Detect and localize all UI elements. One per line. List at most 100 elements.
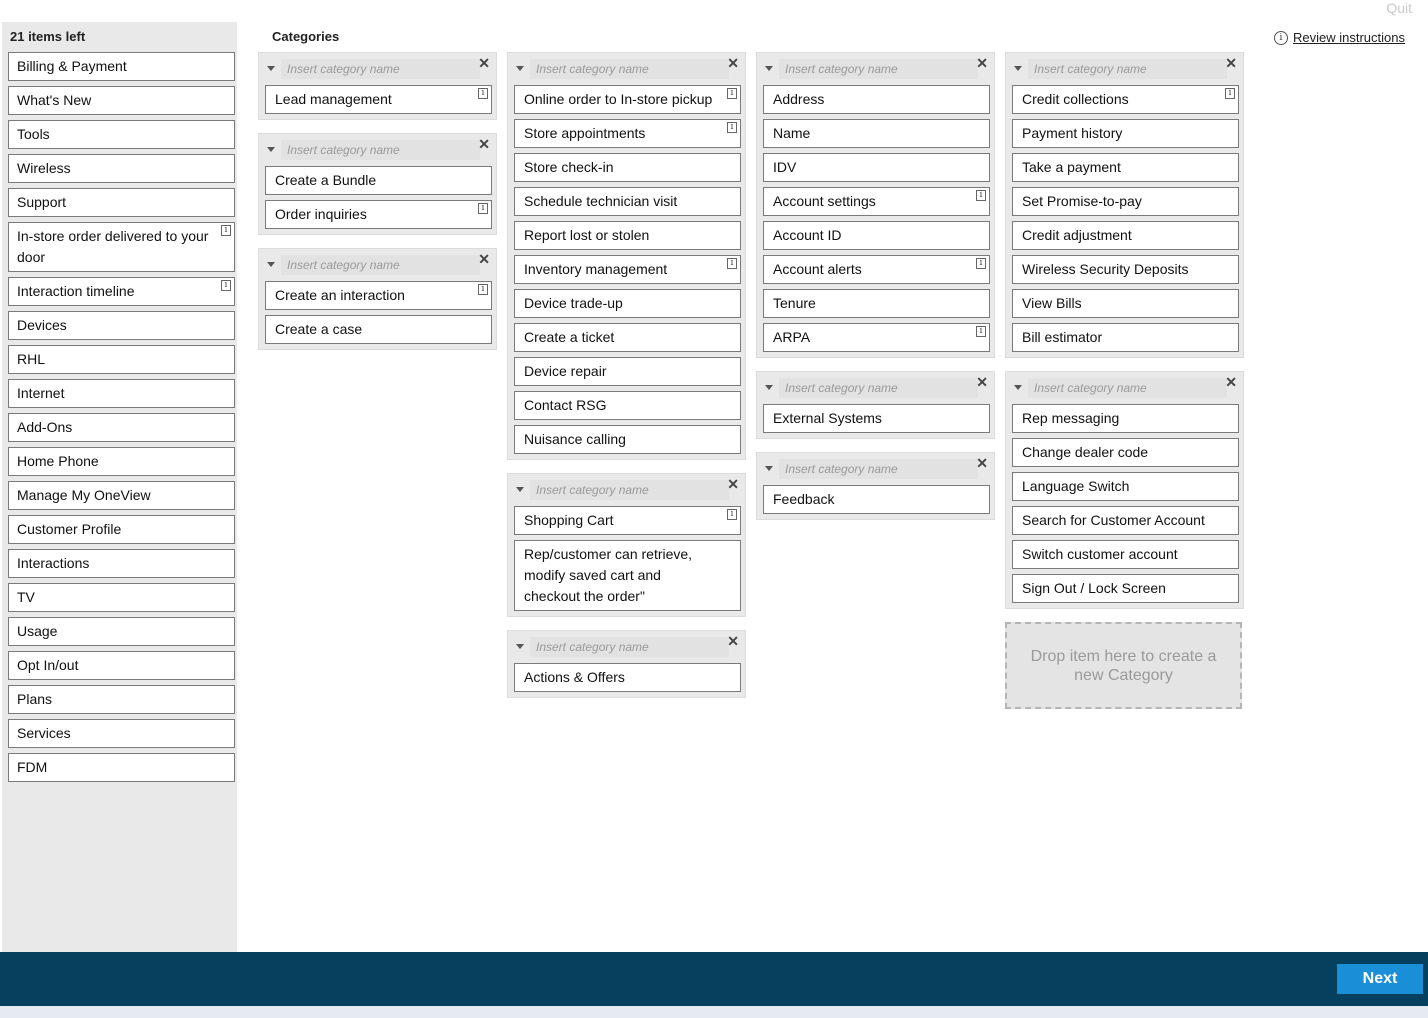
info-icon[interactable]: i bbox=[976, 326, 986, 337]
category-item-card[interactable]: Rep messaging bbox=[1012, 404, 1239, 433]
draggable-item-card[interactable]: Interactions bbox=[8, 549, 235, 578]
category-item-card[interactable]: Device repair bbox=[514, 357, 741, 386]
collapse-chevron-icon[interactable] bbox=[765, 66, 773, 71]
new-category-dropzone[interactable]: Drop item here to create a new Category bbox=[1005, 622, 1242, 709]
close-icon[interactable]: ✕ bbox=[478, 251, 490, 268]
info-icon[interactable]: i bbox=[727, 88, 737, 99]
category-item-card[interactable]: Account settings i bbox=[763, 187, 990, 216]
category-name-input[interactable] bbox=[779, 59, 978, 79]
close-icon[interactable]: ✕ bbox=[1225, 374, 1237, 391]
info-icon[interactable]: i bbox=[727, 122, 737, 133]
category-item-card[interactable]: Credit adjustment bbox=[1012, 221, 1239, 250]
category-item-card[interactable]: Payment history bbox=[1012, 119, 1239, 148]
category-item-card[interactable]: Tenure bbox=[763, 289, 990, 318]
category-name-input[interactable] bbox=[1028, 378, 1227, 398]
draggable-item-card[interactable]: Add-Ons bbox=[8, 413, 235, 442]
draggable-item-card[interactable]: Usage bbox=[8, 617, 235, 646]
category-item-card[interactable]: Store check-in bbox=[514, 153, 741, 182]
collapse-chevron-icon[interactable] bbox=[267, 262, 275, 267]
collapse-chevron-icon[interactable] bbox=[1014, 66, 1022, 71]
review-instructions-link[interactable]: i Review instructions bbox=[1274, 30, 1405, 45]
info-icon[interactable]: i bbox=[727, 509, 737, 520]
category-item-card[interactable]: Language Switch bbox=[1012, 472, 1239, 501]
close-icon[interactable]: ✕ bbox=[478, 55, 490, 72]
category-item-card[interactable]: Inventory management i bbox=[514, 255, 741, 284]
close-icon[interactable]: ✕ bbox=[976, 374, 988, 391]
draggable-item-card[interactable]: Customer Profile bbox=[8, 515, 235, 544]
collapse-chevron-icon[interactable] bbox=[516, 644, 524, 649]
close-icon[interactable]: ✕ bbox=[727, 55, 739, 72]
collapse-chevron-icon[interactable] bbox=[765, 466, 773, 471]
category-item-card[interactable]: Feedback bbox=[763, 485, 990, 514]
category-item-card[interactable]: Rep/customer can retrieve, modify saved … bbox=[514, 540, 741, 611]
category-item-card[interactable]: Create a case bbox=[265, 315, 492, 344]
close-icon[interactable]: ✕ bbox=[727, 633, 739, 650]
category-item-card[interactable]: External Systems bbox=[763, 404, 990, 433]
draggable-item-card[interactable]: What's New bbox=[8, 86, 235, 115]
category-item-card[interactable]: Take a payment bbox=[1012, 153, 1239, 182]
info-icon[interactable]: i bbox=[478, 203, 488, 214]
category-item-card[interactable]: Switch customer account bbox=[1012, 540, 1239, 569]
category-item-card[interactable]: View Bills bbox=[1012, 289, 1239, 318]
collapse-chevron-icon[interactable] bbox=[267, 66, 275, 71]
category-item-card[interactable]: Store appointments i bbox=[514, 119, 741, 148]
category-name-input[interactable] bbox=[530, 480, 729, 500]
draggable-item-card[interactable]: RHL bbox=[8, 345, 235, 374]
category-item-card[interactable]: Create an interaction i bbox=[265, 281, 492, 310]
draggable-item-card[interactable]: TV bbox=[8, 583, 235, 612]
category-item-card[interactable]: Device trade-up bbox=[514, 289, 741, 318]
draggable-item-card[interactable]: In-store order delivered to your door i bbox=[8, 222, 235, 272]
draggable-item-card[interactable]: Support bbox=[8, 188, 235, 217]
category-name-input[interactable] bbox=[530, 59, 729, 79]
draggable-item-card[interactable]: Plans bbox=[8, 685, 235, 714]
category-name-input[interactable] bbox=[530, 637, 729, 657]
draggable-item-card[interactable]: Devices bbox=[8, 311, 235, 340]
collapse-chevron-icon[interactable] bbox=[516, 487, 524, 492]
category-item-card[interactable]: Create a ticket bbox=[514, 323, 741, 352]
category-name-input[interactable] bbox=[779, 378, 978, 398]
draggable-item-card[interactable]: Opt In/out bbox=[8, 651, 235, 680]
info-icon[interactable]: i bbox=[221, 280, 231, 291]
info-icon[interactable]: i bbox=[976, 190, 986, 201]
category-item-card[interactable]: Bill estimator bbox=[1012, 323, 1239, 352]
category-item-card[interactable]: Sign Out / Lock Screen bbox=[1012, 574, 1239, 603]
category-item-card[interactable]: Shopping Cart i bbox=[514, 506, 741, 535]
category-item-card[interactable]: Create a Bundle bbox=[265, 166, 492, 195]
draggable-item-card[interactable]: FDM bbox=[8, 753, 235, 782]
close-icon[interactable]: ✕ bbox=[727, 476, 739, 493]
category-item-card[interactable]: Report lost or stolen bbox=[514, 221, 741, 250]
category-item-card[interactable]: Set Promise-to-pay bbox=[1012, 187, 1239, 216]
category-name-input[interactable] bbox=[1028, 59, 1227, 79]
draggable-item-card[interactable]: Manage My OneView bbox=[8, 481, 235, 510]
category-name-input[interactable] bbox=[281, 140, 480, 160]
category-item-card[interactable]: Schedule technician visit bbox=[514, 187, 741, 216]
category-name-input[interactable] bbox=[281, 59, 480, 79]
draggable-item-card[interactable]: Tools bbox=[8, 120, 235, 149]
info-icon[interactable]: i bbox=[727, 258, 737, 269]
close-icon[interactable]: ✕ bbox=[1225, 55, 1237, 72]
category-item-card[interactable]: Name bbox=[763, 119, 990, 148]
category-item-card[interactable]: Wireless Security Deposits bbox=[1012, 255, 1239, 284]
category-item-card[interactable]: Change dealer code bbox=[1012, 438, 1239, 467]
category-item-card[interactable]: Contact RSG bbox=[514, 391, 741, 420]
collapse-chevron-icon[interactable] bbox=[765, 385, 773, 390]
category-item-card[interactable]: Search for Customer Account bbox=[1012, 506, 1239, 535]
info-icon[interactable]: i bbox=[221, 225, 231, 236]
collapse-chevron-icon[interactable] bbox=[516, 66, 524, 71]
close-icon[interactable]: ✕ bbox=[976, 455, 988, 472]
draggable-item-card[interactable]: Billing & Payment bbox=[8, 52, 235, 81]
category-item-card[interactable]: ARPA i bbox=[763, 323, 990, 352]
category-item-card[interactable]: Credit collections i bbox=[1012, 85, 1239, 114]
info-icon[interactable]: i bbox=[976, 258, 986, 269]
draggable-item-card[interactable]: Home Phone bbox=[8, 447, 235, 476]
info-icon[interactable]: i bbox=[478, 88, 488, 99]
close-icon[interactable]: ✕ bbox=[976, 55, 988, 72]
category-item-card[interactable]: Lead management i bbox=[265, 85, 492, 114]
category-item-card[interactable]: Actions & Offers bbox=[514, 663, 741, 692]
category-item-card[interactable]: Account alerts i bbox=[763, 255, 990, 284]
info-icon[interactable]: i bbox=[478, 284, 488, 295]
draggable-item-card[interactable]: Wireless bbox=[8, 154, 235, 183]
category-item-card[interactable]: Account ID bbox=[763, 221, 990, 250]
draggable-item-card[interactable]: Services bbox=[8, 719, 235, 748]
category-item-card[interactable]: Online order to In-store pickup i bbox=[514, 85, 741, 114]
